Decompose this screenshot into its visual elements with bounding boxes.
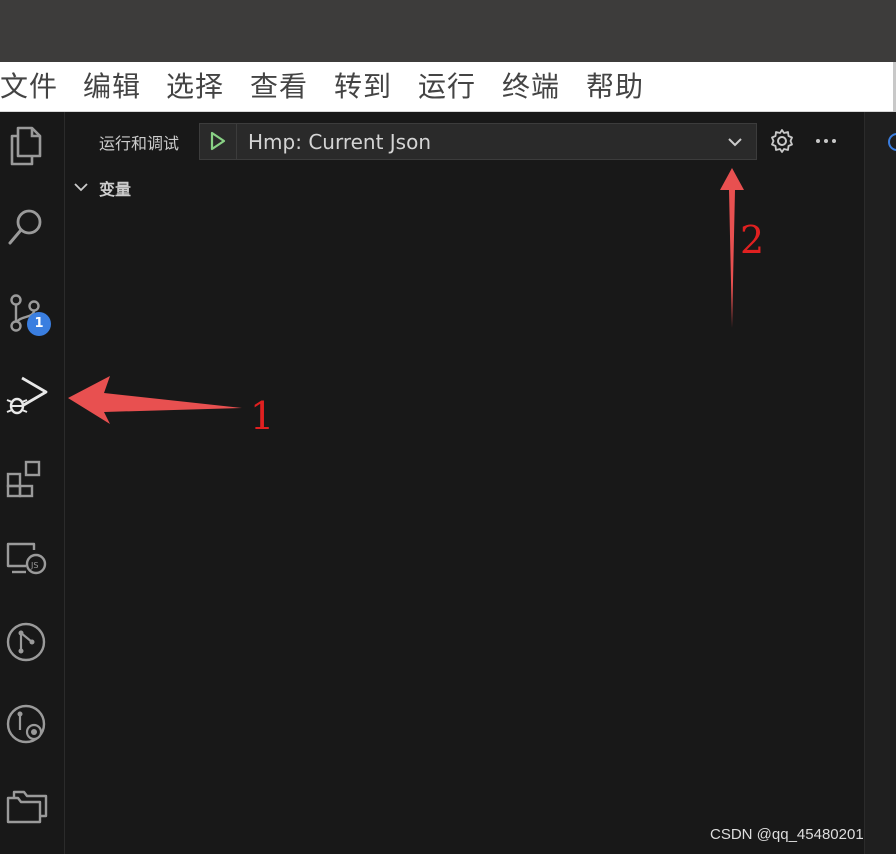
annotation-overlay [68, 168, 744, 424]
annotation-label-1: 1 [250, 394, 275, 438]
annotation-label-2: 2 [740, 218, 765, 262]
watermark: CSDN @qq_45480201 [710, 826, 864, 843]
annotation-arrow-1 [68, 376, 242, 424]
